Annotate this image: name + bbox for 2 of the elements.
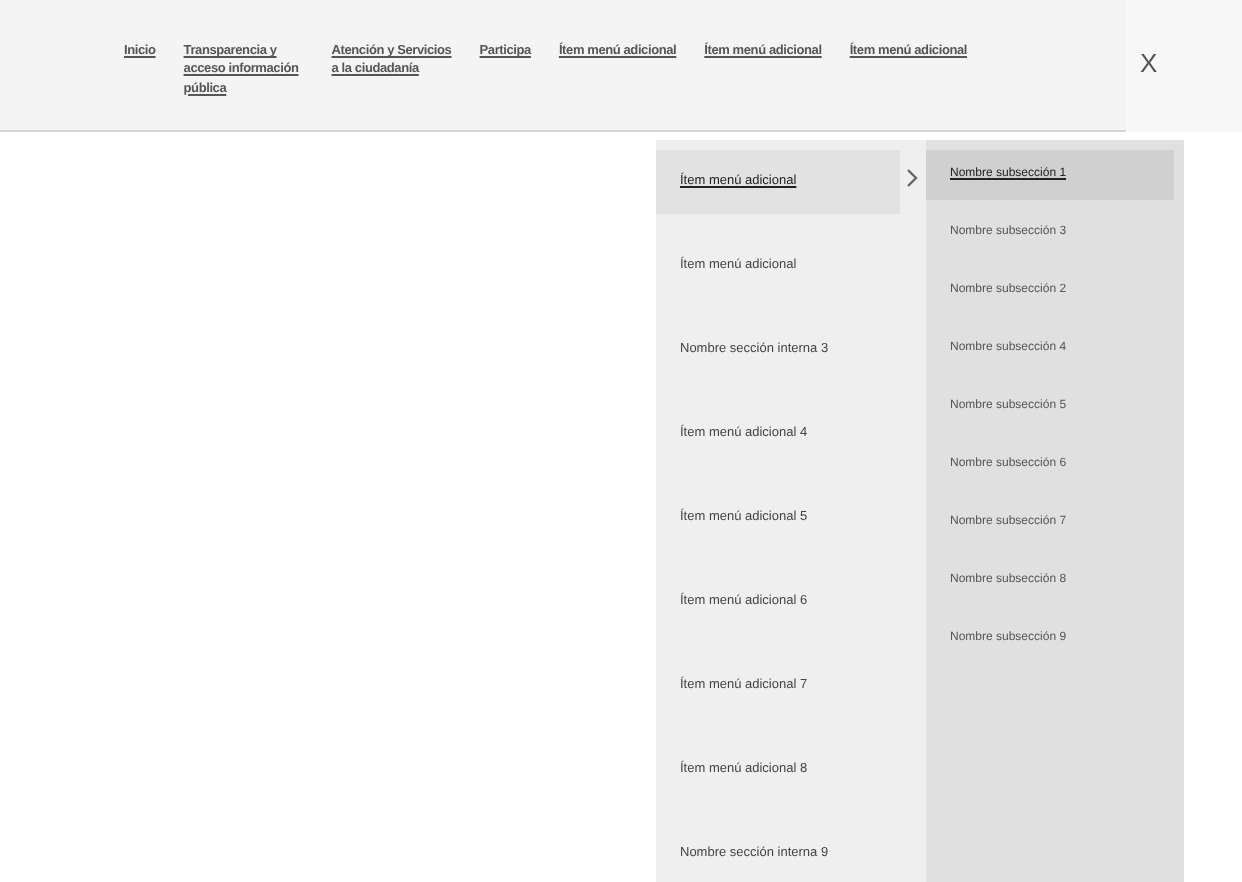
close-button[interactable]: X <box>1132 44 1166 83</box>
chevron-right-icon <box>906 168 918 188</box>
